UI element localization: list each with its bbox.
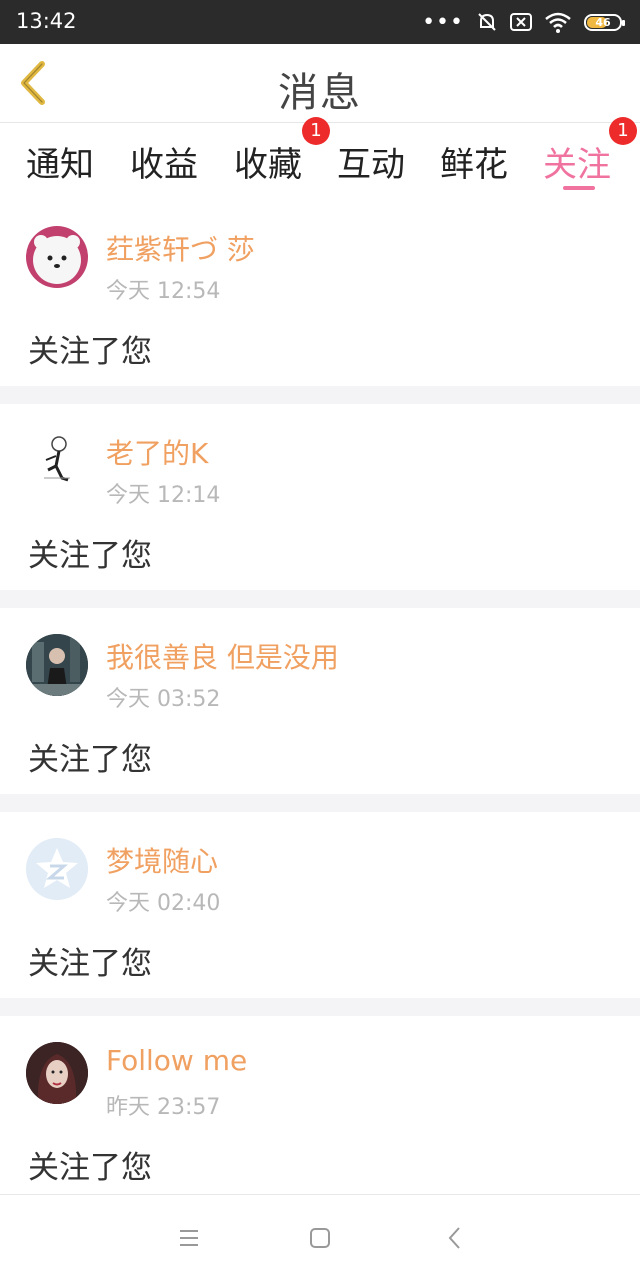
tab-label: 互动 <box>337 145 405 185</box>
avatar[interactable] <box>26 226 88 288</box>
list-item[interactable]: 老了的K 今天 12:14 关注了您 <box>0 404 640 590</box>
tab-flowers[interactable]: 鲜花 <box>440 137 508 186</box>
username[interactable]: 梦境随心 <box>106 840 218 880</box>
timestamp: 今天 03:52 <box>106 687 221 712</box>
divider <box>0 590 640 608</box>
timestamp: 今天 02:40 <box>106 891 221 916</box>
battery-icon: 46 <box>584 13 625 31</box>
message-text: 关注了您 <box>28 1150 152 1186</box>
status-time: 13:42 <box>16 9 77 33</box>
tab-label: 鲜花 <box>440 145 508 185</box>
timestamp: 今天 12:54 <box>106 279 221 304</box>
tab-earnings[interactable]: 收益 <box>130 137 198 186</box>
header: 消息 <box>0 44 640 123</box>
system-nav-bar <box>0 1194 640 1281</box>
active-tab-indicator <box>563 186 595 190</box>
battery-level: 46 <box>595 15 611 29</box>
tab-label: 收藏 <box>234 145 302 185</box>
list-item[interactable]: 梦境随心 今天 02:40 关注了您 <box>0 812 640 998</box>
divider <box>0 794 640 812</box>
username[interactable]: 老了的K <box>106 432 208 472</box>
message-text: 关注了您 <box>28 742 152 778</box>
divider <box>0 386 640 404</box>
tab-label: 通知 <box>26 145 94 185</box>
list-item[interactable]: 我很善良 但是没用 今天 03:52 关注了您 <box>0 608 640 794</box>
tab-label: 关注 <box>543 145 611 185</box>
unread-badge: 1 <box>609 117 637 145</box>
list-item[interactable]: Follow me 昨天 23:57 关注了您 <box>0 1016 640 1202</box>
avatar[interactable] <box>26 634 88 696</box>
message-text: 关注了您 <box>28 946 152 982</box>
tab-bar: 通知 收益 收藏 1 互动 鲜花 关注 1 <box>0 117 640 195</box>
username[interactable]: Follow me <box>106 1044 247 1077</box>
unread-badge: 1 <box>302 117 330 145</box>
username[interactable]: 我很善良 但是没用 <box>106 636 339 676</box>
follow-list: 荭紫轩づ 莎 今天 12:54 关注了您 老了的K 今天 12:14 关注了您 <box>0 200 640 1202</box>
divider <box>0 998 640 1016</box>
avatar[interactable] <box>26 838 88 900</box>
more-dots-icon: ••• <box>422 9 464 35</box>
back-nav-icon[interactable] <box>440 1223 470 1253</box>
status-icons: ••• 46 <box>422 9 625 35</box>
menu-icon[interactable] <box>174 1223 204 1253</box>
wifi-icon <box>545 12 571 33</box>
username[interactable]: 荭紫轩づ 莎 <box>106 228 255 268</box>
status-bar: 13:42 ••• 46 <box>0 0 640 44</box>
timestamp: 今天 12:14 <box>106 483 221 508</box>
avatar[interactable] <box>26 430 88 492</box>
tab-label: 收益 <box>130 145 198 185</box>
sim-icon <box>510 13 532 31</box>
message-text: 关注了您 <box>28 538 152 574</box>
timestamp: 昨天 23:57 <box>106 1095 221 1120</box>
tab-follows[interactable]: 关注 1 <box>543 117 637 186</box>
tab-notifications[interactable]: 通知 <box>26 137 94 186</box>
tab-interactions[interactable]: 互动 <box>337 137 405 186</box>
avatar[interactable] <box>26 1042 88 1104</box>
tab-favorites[interactable]: 收藏 1 <box>234 117 330 186</box>
mute-bell-icon <box>478 13 496 31</box>
page-title: 消息 <box>278 70 362 116</box>
message-text: 关注了您 <box>28 334 152 370</box>
home-icon[interactable] <box>305 1223 335 1253</box>
list-item[interactable]: 荭紫轩づ 莎 今天 12:54 关注了您 <box>0 200 640 386</box>
